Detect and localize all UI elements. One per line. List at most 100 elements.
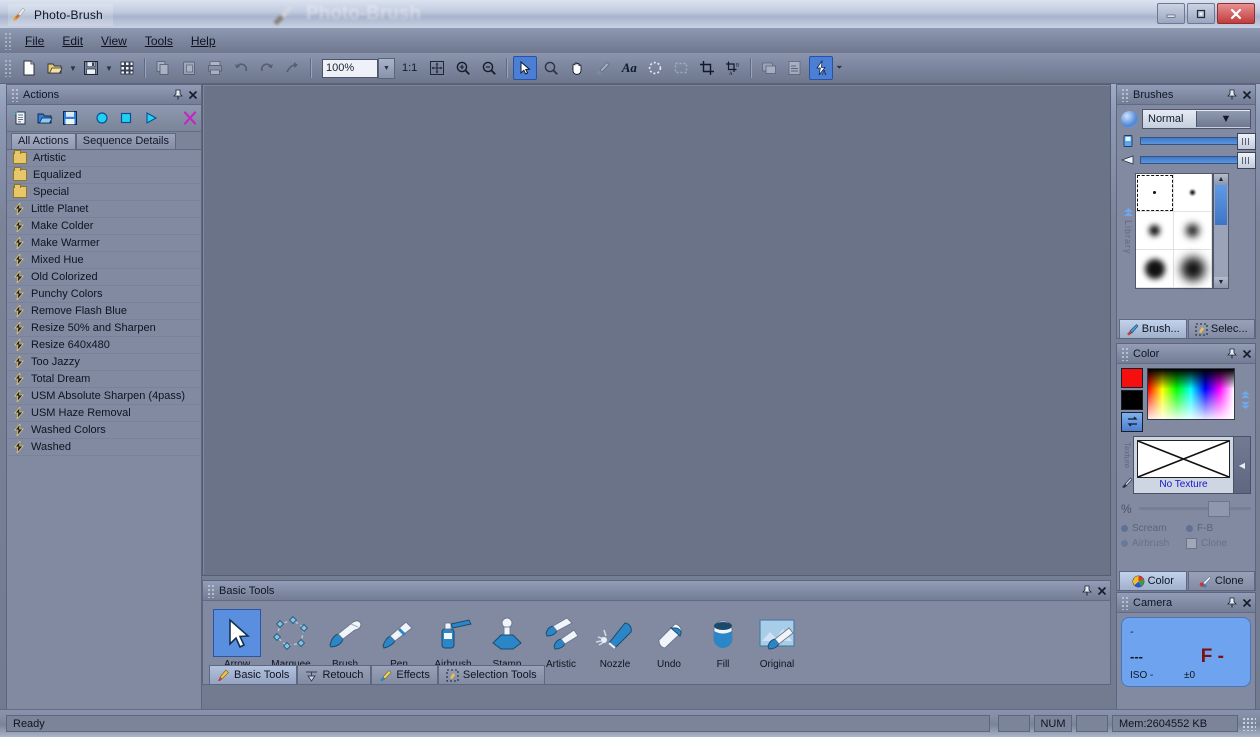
brush-swatch[interactable] <box>1174 174 1212 212</box>
tab-selection-tools[interactable]: Selection Tools <box>438 665 545 684</box>
zoom-combo[interactable]: 100% ▼ <box>322 58 395 79</box>
zoom-out-button[interactable] <box>477 56 501 80</box>
close-button[interactable] <box>1217 3 1255 24</box>
fit-screen-button[interactable] <box>425 56 449 80</box>
option-airbrush[interactable]: Airbrush <box>1121 538 1186 549</box>
open-button[interactable] <box>43 56 67 80</box>
tab-selec[interactable]: Selec... <box>1188 319 1256 338</box>
arrow-tool-icon[interactable] <box>213 609 261 657</box>
actions-list-item[interactable]: Resize 640x480 <box>7 337 201 354</box>
save-button[interactable] <box>79 56 103 80</box>
actions-list-item[interactable]: Punchy Colors <box>7 286 201 303</box>
redo-button[interactable] <box>255 56 279 80</box>
histogram-button[interactable] <box>783 56 807 80</box>
restore-button[interactable] <box>281 56 305 80</box>
checkbox-icon[interactable] <box>1186 538 1197 549</box>
fill-tool-icon[interactable] <box>699 609 747 657</box>
color-panel-pin-button[interactable] <box>1225 346 1238 361</box>
undo-button[interactable] <box>229 56 253 80</box>
menu-item-tools[interactable]: Tools <box>136 31 182 51</box>
paste-button[interactable] <box>177 56 201 80</box>
menu-item-view[interactable]: View <box>92 31 136 51</box>
perspective-crop-button[interactable]: B A <box>721 56 745 80</box>
pen-tool-icon[interactable] <box>375 609 423 657</box>
stop-action-button[interactable] <box>115 107 137 129</box>
scrollbar-thumb[interactable] <box>1215 185 1227 225</box>
camera-lcd-display[interactable]: - --- F - ISO - ±0 <box>1121 617 1251 687</box>
brush-tool-icon[interactable] <box>321 609 369 657</box>
tool-nozzle[interactable]: Nozzle <box>589 609 641 670</box>
zoom-dropdown-button[interactable]: ▼ <box>378 58 395 79</box>
play-action-button[interactable] <box>140 107 162 129</box>
actions-list-item[interactable]: Equalized <box>7 167 201 184</box>
brush-grid[interactable] <box>1135 173 1213 289</box>
texture-preview-box[interactable]: No Texture <box>1133 436 1234 494</box>
save-action-button[interactable] <box>59 107 81 129</box>
actions-list-item[interactable]: Washed Colors <box>7 422 201 439</box>
tools-panel-pin-button[interactable] <box>1080 583 1093 598</box>
actions-list-item[interactable]: Make Warmer <box>7 235 201 252</box>
blend-mode-select[interactable]: Normal ▼ <box>1142 109 1251 129</box>
menubar-grip-icon[interactable] <box>4 32 13 50</box>
zoom-in-button[interactable] <box>451 56 475 80</box>
option-clone[interactable]: Clone <box>1186 538 1251 549</box>
tab-retouch[interactable]: Retouch <box>297 665 371 684</box>
artistic-tool-icon[interactable] <box>537 609 585 657</box>
camera-panel-pin-button[interactable] <box>1225 595 1238 610</box>
eyedropper-icon[interactable] <box>1121 474 1133 488</box>
actions-list-item[interactable]: USM Haze Removal <box>7 405 201 422</box>
tools-panel-grip-icon[interactable] <box>207 584 215 598</box>
texture-strength-slider[interactable] <box>1139 507 1251 510</box>
actions-list-item[interactable]: Artistic <box>7 150 201 167</box>
magnifier-tool-button[interactable] <box>539 56 563 80</box>
menu-item-edit[interactable]: Edit <box>53 31 92 51</box>
radio-icon[interactable] <box>1121 540 1128 547</box>
actions-list-item[interactable]: Little Planet <box>7 201 201 218</box>
brush-swatch[interactable] <box>1174 212 1212 250</box>
option-scream[interactable]: Scream <box>1121 523 1186 534</box>
open-dropdown-button[interactable]: ▼ <box>68 57 78 79</box>
crop-button[interactable] <box>695 56 719 80</box>
color-panel-close-button[interactable] <box>1240 346 1253 361</box>
softness-slider[interactable] <box>1140 156 1251 164</box>
color-spectrum[interactable] <box>1147 368 1235 420</box>
tool-fill[interactable]: Fill <box>697 609 749 670</box>
minimize-button[interactable] <box>1157 3 1185 24</box>
actions-list-item[interactable]: Too Jazzy <box>7 354 201 371</box>
tool-pen[interactable]: Pen <box>373 609 425 670</box>
tool-artistic[interactable]: Artistic <box>535 609 587 670</box>
airbrush-tool-icon[interactable] <box>429 609 477 657</box>
camera-panel-close-button[interactable] <box>1240 595 1253 610</box>
radio-icon[interactable] <box>1186 525 1193 532</box>
copy-button[interactable] <box>151 56 175 80</box>
lasso-select-button[interactable] <box>643 56 667 80</box>
nozzle-tool-icon[interactable] <box>591 609 639 657</box>
actions-list-item[interactable]: Old Colorized <box>7 269 201 286</box>
brushes-panel-close-button[interactable] <box>1240 87 1253 102</box>
rect-select-button[interactable] <box>669 56 693 80</box>
tool-arrow[interactable]: Arrow <box>211 609 263 670</box>
print-button[interactable] <box>203 56 227 80</box>
chevron-down-icon[interactable]: ▼ <box>1196 111 1250 127</box>
scrollbar-down-button[interactable]: ▼ <box>1214 277 1228 288</box>
brushes-panel-grip-icon[interactable] <box>1121 88 1129 102</box>
actions-panel-close-button[interactable] <box>186 87 199 102</box>
tool-marquee[interactable]: Marquee <box>265 609 317 670</box>
maximize-button[interactable] <box>1187 3 1215 24</box>
brushes-panel-pin-button[interactable] <box>1225 87 1238 102</box>
foreground-color-swatch[interactable] <box>1121 368 1143 388</box>
actions-list-item[interactable]: Mixed Hue <box>7 252 201 269</box>
softness-slider-thumb[interactable] <box>1237 152 1256 169</box>
menu-item-help[interactable]: Help <box>182 31 225 51</box>
tool-undo[interactable]: Undo <box>643 609 695 670</box>
menu-item-file[interactable]: File <box>16 31 53 51</box>
record-action-button[interactable] <box>91 107 113 129</box>
actions-panel-pin-button[interactable] <box>171 87 184 102</box>
zoom-input[interactable]: 100% <box>322 59 378 78</box>
brush-swatch[interactable] <box>1136 212 1174 250</box>
radio-icon[interactable] <box>1121 525 1128 532</box>
actions-panel-grip-icon[interactable] <box>11 88 19 102</box>
tab-all-actions[interactable]: All Actions <box>11 133 76 149</box>
option-fb[interactable]: F-B <box>1186 523 1251 534</box>
background-color-swatch[interactable] <box>1121 390 1143 410</box>
